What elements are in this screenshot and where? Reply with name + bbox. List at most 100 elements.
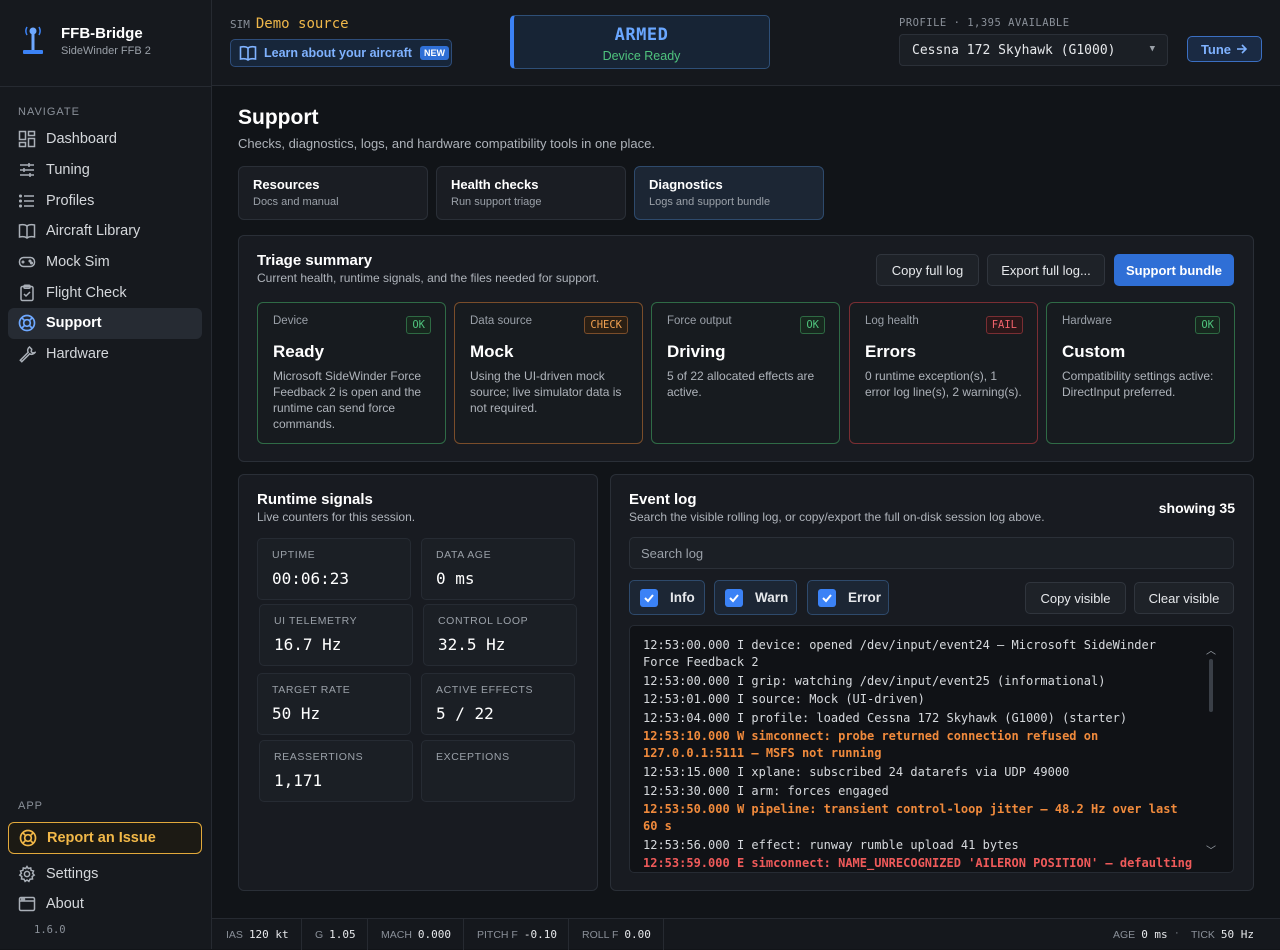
sidebar-item-label: Tuning — [46, 162, 90, 179]
sidebar-item-label: Hardware — [46, 346, 109, 363]
sidebar-item-support[interactable]: Support — [8, 308, 202, 339]
sidebar-item-tuning[interactable]: Tuning — [8, 155, 202, 186]
log-line: 12:53:00.000 I grip: watching /dev/input… — [643, 673, 1199, 690]
filter-info-checkbox[interactable]: Info — [629, 580, 705, 615]
status-value: 1.05 — [329, 928, 356, 941]
triage-card-device: Device OK Ready Microsoft SideWinder For… — [257, 302, 446, 444]
sidebar-item-dashboard[interactable]: Dashboard — [8, 124, 202, 155]
learn-aircraft-button[interactable]: Learn about your aircraft NEW — [230, 39, 452, 67]
log-level: I — [736, 673, 745, 688]
log-line: 12:53:50.000 W pipeline: transient contr… — [643, 801, 1199, 835]
status-badge: FAIL — [985, 316, 1023, 334]
card-description: 5 of 22 allocated effects are active. — [667, 369, 815, 399]
log-level: I — [736, 692, 745, 707]
settings-label: Settings — [46, 866, 99, 882]
log-time: 12:53:00.000 — [643, 638, 730, 652]
status-key: ROLL F — [582, 929, 619, 941]
event-log-subtitle: Search the visible rolling log, or copy/… — [629, 510, 1045, 524]
filter-warn-checkbox[interactable]: Warn — [714, 580, 797, 615]
list-icon — [18, 194, 34, 208]
report-issue-button[interactable]: Report an Issue — [8, 822, 202, 854]
profile-value: Cessna 172 Skyhawk (G1000) — [912, 42, 1116, 58]
sidebar-item-aircraft-library[interactable]: Aircraft Library — [8, 216, 202, 247]
export-full-log-button[interactable]: Export full log... — [987, 254, 1105, 286]
sidebar-item-profiles[interactable]: Profiles — [8, 185, 202, 216]
armed-status: ARMED Device Ready — [510, 15, 770, 69]
clear-visible-button[interactable]: Clear visible — [1134, 582, 1234, 614]
sidebar-item-flight-check[interactable]: Flight Check — [8, 277, 202, 308]
filter-label: Error — [848, 590, 882, 605]
card-value: Custom — [1062, 342, 1126, 361]
sidebar-item-mock-sim[interactable]: Mock Sim — [8, 247, 202, 278]
armed-subtitle: Device Ready — [602, 49, 681, 63]
copy-full-log-button[interactable]: Copy full log — [876, 254, 979, 286]
brand-subtitle: SideWinder FFB 2 — [61, 45, 151, 57]
tab-subtitle: Logs and support bundle — [649, 196, 771, 208]
status-ias: IAS 120 kt — [226, 928, 289, 941]
sidebar-item-hardware[interactable]: Hardware — [8, 339, 202, 370]
brand-title: FFB-Bridge — [61, 25, 143, 42]
sim-source: SIM Demo source — [230, 16, 349, 32]
divider — [568, 919, 569, 950]
copy-visible-button[interactable]: Copy visible — [1025, 582, 1126, 614]
log-search-input[interactable] — [629, 537, 1234, 569]
tab-diagnostics[interactable]: Diagnostics Logs and support bundle — [634, 166, 824, 220]
status-key: TICK — [1191, 929, 1215, 941]
stat-uptime: UPTIME 00:06:23 — [257, 538, 411, 600]
checkbox-checked-icon — [640, 588, 658, 607]
tab-resources[interactable]: Resources Docs and manual — [238, 166, 428, 220]
filter-error-checkbox[interactable]: Error — [807, 580, 889, 615]
tab-health-checks[interactable]: Health checks Run support triage — [436, 166, 626, 220]
card-description: Compatibility settings active: DirectInp… — [1062, 369, 1214, 399]
log-level: I — [736, 710, 745, 725]
triage-card-data-source: Data source CHECK Mock Using the UI-driv… — [454, 302, 643, 444]
stat-target-rate: TARGET RATE 50 Hz — [257, 673, 411, 735]
sidebar-item-label: Profiles — [46, 192, 95, 209]
sidebar-item-settings[interactable]: Settings — [8, 859, 202, 889]
window-icon — [18, 896, 36, 912]
log-level: E — [736, 856, 745, 871]
stat-key: UPTIME — [272, 549, 316, 561]
armed-title: ARMED — [614, 25, 669, 45]
sliders-icon — [20, 163, 34, 178]
brand[interactable]: FFB-Bridge SideWinder FFB 2 — [18, 24, 151, 58]
tune-button[interactable]: Tune — [1187, 36, 1262, 62]
log-level: W — [736, 802, 745, 817]
log-message: profile: loaded Cessna 172 Skyhawk (G100… — [751, 710, 1128, 725]
sidebar-item-about[interactable]: About — [8, 889, 202, 919]
card-description: Using the UI-driven mock source; live si… — [470, 369, 622, 415]
status-badge: OK — [800, 316, 825, 334]
card-value: Ready — [273, 342, 325, 361]
profile-select[interactable]: Cessna 172 Skyhawk (G1000) ▼ — [899, 34, 1168, 66]
tab-title: Health checks — [451, 177, 539, 192]
tune-label: Tune — [1200, 41, 1232, 57]
chevron-down-icon: ▼ — [1149, 44, 1155, 54]
tab-title: Resources — [253, 177, 320, 192]
separator-dot: · — [1175, 927, 1179, 939]
log-level: I — [736, 764, 745, 779]
nav-list: Dashboard Tuning Profiles Aircraft Libra… — [8, 124, 202, 370]
log-count: showing 35 — [1158, 500, 1235, 516]
log-level: I — [736, 783, 745, 798]
scrollbar-thumb[interactable] — [1209, 659, 1213, 712]
log-message: simconnect: NAME_UNRECOGNIZED 'AILERON P… — [751, 856, 1193, 871]
log-time: 12:53:30.000 — [643, 783, 730, 798]
page-title: Support — [238, 106, 319, 129]
log-line: 12:53:10.000 W simconnect: probe returne… — [643, 728, 1199, 762]
clipboard-check-icon — [20, 284, 34, 302]
stat-control-loop: CONTROL LOOP 32.5 Hz — [423, 604, 577, 666]
log-line: 12:53:59.000 E simconnect: NAME_UNRECOGN… — [643, 855, 1199, 872]
log-time: 12:53:56.000 — [643, 837, 730, 852]
sim-value: Demo source — [255, 16, 349, 32]
learn-aircraft-label: Learn about your aircraft — [264, 46, 412, 60]
gamepad-icon — [18, 256, 36, 268]
tab-title: Diagnostics — [649, 177, 723, 192]
triage-card-hardware: Hardware OK Custom Compatibility setting… — [1046, 302, 1235, 444]
lifebuoy-icon — [18, 315, 36, 332]
support-bundle-button[interactable]: Support bundle — [1114, 254, 1234, 286]
log-viewer[interactable]: 12:53:00.000 I device: opened /dev/input… — [629, 625, 1234, 873]
scroll-up-icon[interactable]: ︿ — [1206, 642, 1216, 657]
status-value: 50 Hz — [1220, 928, 1255, 941]
scroll-down-icon[interactable]: ﹀ — [1206, 842, 1216, 857]
status-key: PITCH F — [477, 929, 518, 941]
